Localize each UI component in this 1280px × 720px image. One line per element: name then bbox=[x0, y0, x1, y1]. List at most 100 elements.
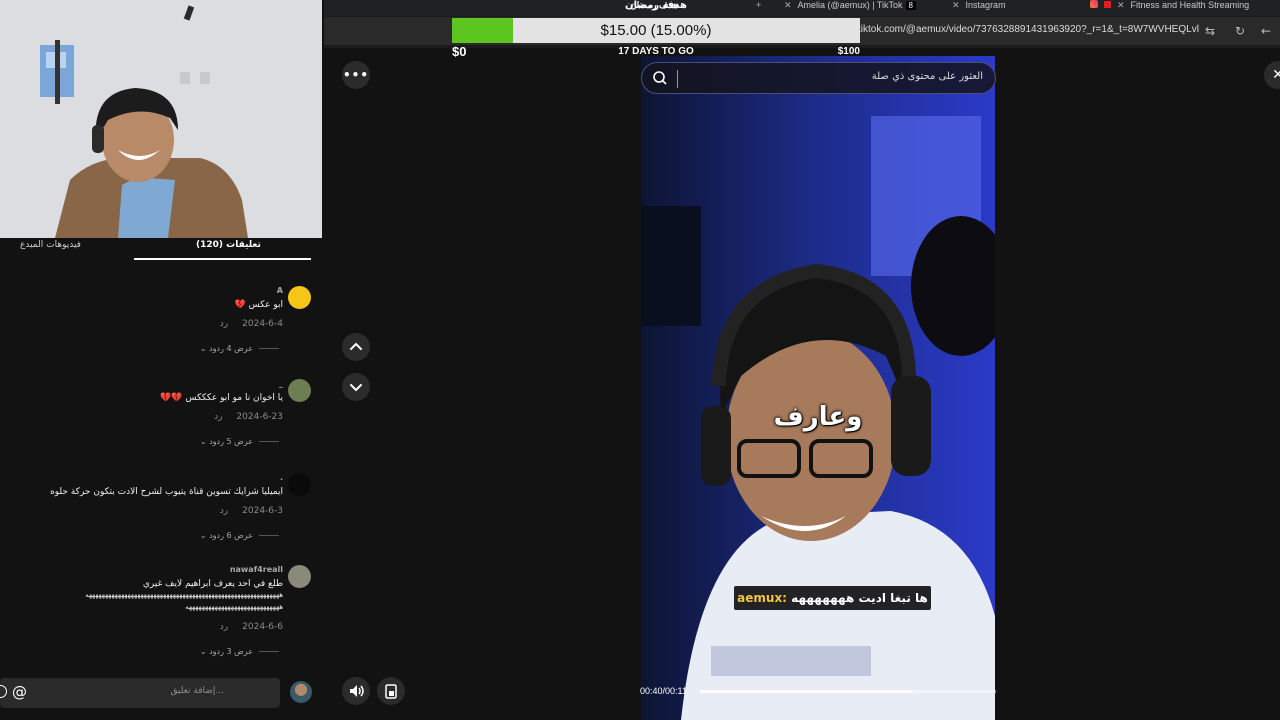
mention-icon[interactable]: @ bbox=[12, 683, 27, 701]
comment-item: _ يا اخوان نا مو ابو عكككس 💔💔 2024-6-23 ر… bbox=[11, 379, 311, 449]
comment-meta: 2024-6-4 رد bbox=[220, 319, 283, 329]
chevron-up-icon bbox=[350, 342, 362, 350]
picture-in-picture-button[interactable] bbox=[377, 677, 405, 705]
comment-text-line: هههههههههههههههههههههههههههههههههههههههه… bbox=[85, 591, 283, 599]
comments-panel: (120) تعليقات فيديوهات المبدع A ابو عكس … bbox=[0, 238, 328, 720]
tab-underline bbox=[134, 258, 311, 260]
reply-button[interactable]: رد bbox=[220, 506, 228, 516]
emoji-icon[interactable] bbox=[0, 685, 7, 698]
chevron-down-icon: ⌄ bbox=[199, 531, 207, 540]
caption-text: ها تبغا اديت هههههههه bbox=[791, 591, 928, 605]
tab-close-icon[interactable]: ✕ bbox=[1117, 0, 1125, 10]
comment-text: ابو عكس 💔 bbox=[235, 300, 283, 310]
comment-date: 2024-6-6 bbox=[242, 622, 283, 632]
video-progress-bar[interactable] bbox=[700, 690, 996, 693]
picture-in-picture-icon bbox=[385, 684, 397, 699]
panel-tabs: (120) تعليقات فيديوهات المبدع bbox=[0, 238, 328, 262]
view-replies-button[interactable]: عرض 4 ردود ⌄ bbox=[200, 344, 279, 353]
search-divider bbox=[677, 70, 678, 88]
goal-title: هدف رمضان bbox=[625, 0, 687, 11]
webcam-image bbox=[0, 0, 322, 238]
comment-meta: 2024-6-6 رد bbox=[220, 622, 283, 632]
chevron-down-icon: ⌄ bbox=[199, 647, 207, 656]
next-video-button[interactable] bbox=[342, 373, 370, 401]
comment-date: 2024-6-3 bbox=[242, 506, 283, 516]
comment-placeholder: إضافة تعليق... bbox=[170, 686, 224, 696]
comment-username[interactable]: A bbox=[277, 286, 283, 295]
reply-button[interactable]: رد bbox=[220, 622, 228, 632]
more-options-button[interactable]: ••• bbox=[342, 61, 370, 89]
tab-badge: 8 bbox=[905, 1, 916, 10]
divider-line bbox=[259, 535, 279, 536]
video-caption-chat: aemux: ها تبغا اديت هههههههه bbox=[734, 586, 931, 610]
search-placeholder: العثور على محتوى ذي صلة bbox=[871, 71, 983, 82]
divider-line bbox=[259, 441, 279, 442]
comment-date: 2024-6-4 bbox=[242, 319, 283, 329]
reply-button[interactable]: رد bbox=[220, 319, 228, 329]
search-icon[interactable] bbox=[652, 70, 668, 86]
site-settings-icon[interactable]: ⇆ bbox=[1202, 23, 1218, 39]
comment-username[interactable]: . bbox=[280, 473, 283, 482]
reply-button[interactable]: رد bbox=[214, 412, 222, 422]
video-time: 00:40/00:11 bbox=[640, 686, 687, 696]
comment-text: يا اخوان نا مو ابو عكككس 💔💔 bbox=[160, 393, 283, 403]
more-horizontal-icon: ••• bbox=[342, 68, 369, 82]
previous-video-button[interactable] bbox=[342, 333, 370, 361]
comment-input[interactable]: @ إضافة تعليق... bbox=[0, 678, 280, 708]
back-icon[interactable]: ← bbox=[1258, 23, 1274, 39]
comment-text-line: هههههههههههههههههههههههههههههه bbox=[185, 603, 283, 611]
comment-body: يا اخوان نا مو ابو عكككس bbox=[185, 393, 283, 403]
chevron-down-icon: ⌄ bbox=[199, 437, 207, 446]
comment-meta: 2024-6-3 رد bbox=[220, 506, 283, 516]
webcam-feed bbox=[0, 0, 322, 238]
tab-instagram-label: Instagram bbox=[965, 0, 1006, 10]
youtube-icon bbox=[1104, 1, 1111, 8]
view-replies-label: عرض 6 ردود bbox=[209, 531, 253, 540]
tab-instagram[interactable]: ✕ Instagram bbox=[952, 0, 1072, 14]
heart-emoji: 💔 bbox=[234, 300, 246, 310]
user-avatar bbox=[290, 681, 312, 703]
video-progress-fill bbox=[700, 690, 914, 693]
tab-fitness[interactable]: ✕ Fitness and Health Streaming bbox=[1090, 0, 1280, 14]
related-search-bar[interactable]: العثور على محتوى ذي صلة bbox=[641, 62, 996, 94]
view-replies-button[interactable]: عرض 5 ردود ⌄ bbox=[200, 437, 279, 446]
view-replies-button[interactable]: عرض 3 ردود ⌄ bbox=[200, 647, 279, 656]
comment-body: ايميليا شرايك تسوين قناة يتيوب لشرح الاد… bbox=[50, 487, 283, 497]
chevron-down-icon bbox=[350, 384, 362, 392]
divider-line bbox=[259, 348, 279, 349]
comment-text: ايميليا شرايك تسوين قناة يتيوب لشرح الاد… bbox=[50, 487, 283, 497]
avatar[interactable] bbox=[288, 565, 311, 588]
comment-date: 2024-6-23 bbox=[236, 412, 283, 422]
goal-progress-bar: $15.00 (15.00%) bbox=[452, 18, 860, 43]
donation-goal: هدف رمضان $15.00 (15.00%) $0 17 DAYS TO … bbox=[452, 0, 860, 60]
chevron-down-icon: ⌄ bbox=[199, 344, 207, 353]
avatar[interactable] bbox=[288, 286, 311, 309]
url-text[interactable]: tiktok.com/@aemux/video/7376328891431963… bbox=[858, 24, 1199, 35]
view-replies-button[interactable]: عرض 6 ردود ⌄ bbox=[200, 531, 279, 540]
close-icon: ✕ bbox=[1272, 67, 1280, 83]
caption-username: aemux: bbox=[737, 591, 787, 605]
comment-item: . ايميليا شرايك تسوين قناة يتيوب لشرح ال… bbox=[11, 473, 311, 543]
comment-meta: 2024-6-23 رد bbox=[214, 412, 283, 422]
avatar[interactable] bbox=[288, 379, 311, 402]
video-caption-large: وعارف bbox=[773, 402, 863, 432]
reload-icon[interactable]: ↻ bbox=[1232, 23, 1248, 39]
view-replies-label: عرض 5 ردود bbox=[209, 437, 253, 446]
divider-line bbox=[259, 651, 279, 652]
volume-button[interactable] bbox=[342, 677, 370, 705]
avatar[interactable] bbox=[288, 473, 311, 496]
comment-username[interactable]: _ bbox=[279, 379, 283, 388]
tab-close-icon[interactable]: ✕ bbox=[952, 0, 960, 10]
tab-comments[interactable]: (120) تعليقات bbox=[196, 240, 261, 250]
video-player[interactable] bbox=[641, 56, 995, 720]
close-button[interactable]: ✕ bbox=[1264, 61, 1280, 89]
comment-item: nawaf4reall طلع في احد يعرف ابراهيم لايف… bbox=[11, 565, 311, 665]
comment-body: ابو عكس bbox=[248, 300, 283, 310]
tab-fitness-label: Fitness and Health Streaming bbox=[1130, 0, 1250, 10]
comment-item: A ابو عكس 💔 2024-6-4 رد عرض 4 ردود ⌄ bbox=[11, 286, 311, 356]
comment-username[interactable]: nawaf4reall bbox=[230, 565, 283, 574]
view-replies-label: عرض 3 ردود bbox=[209, 647, 253, 656]
volume-icon bbox=[350, 685, 364, 697]
goal-amount: $15.00 (15.00%) bbox=[600, 22, 712, 39]
tab-creator-videos[interactable]: فيديوهات المبدع bbox=[20, 240, 81, 250]
